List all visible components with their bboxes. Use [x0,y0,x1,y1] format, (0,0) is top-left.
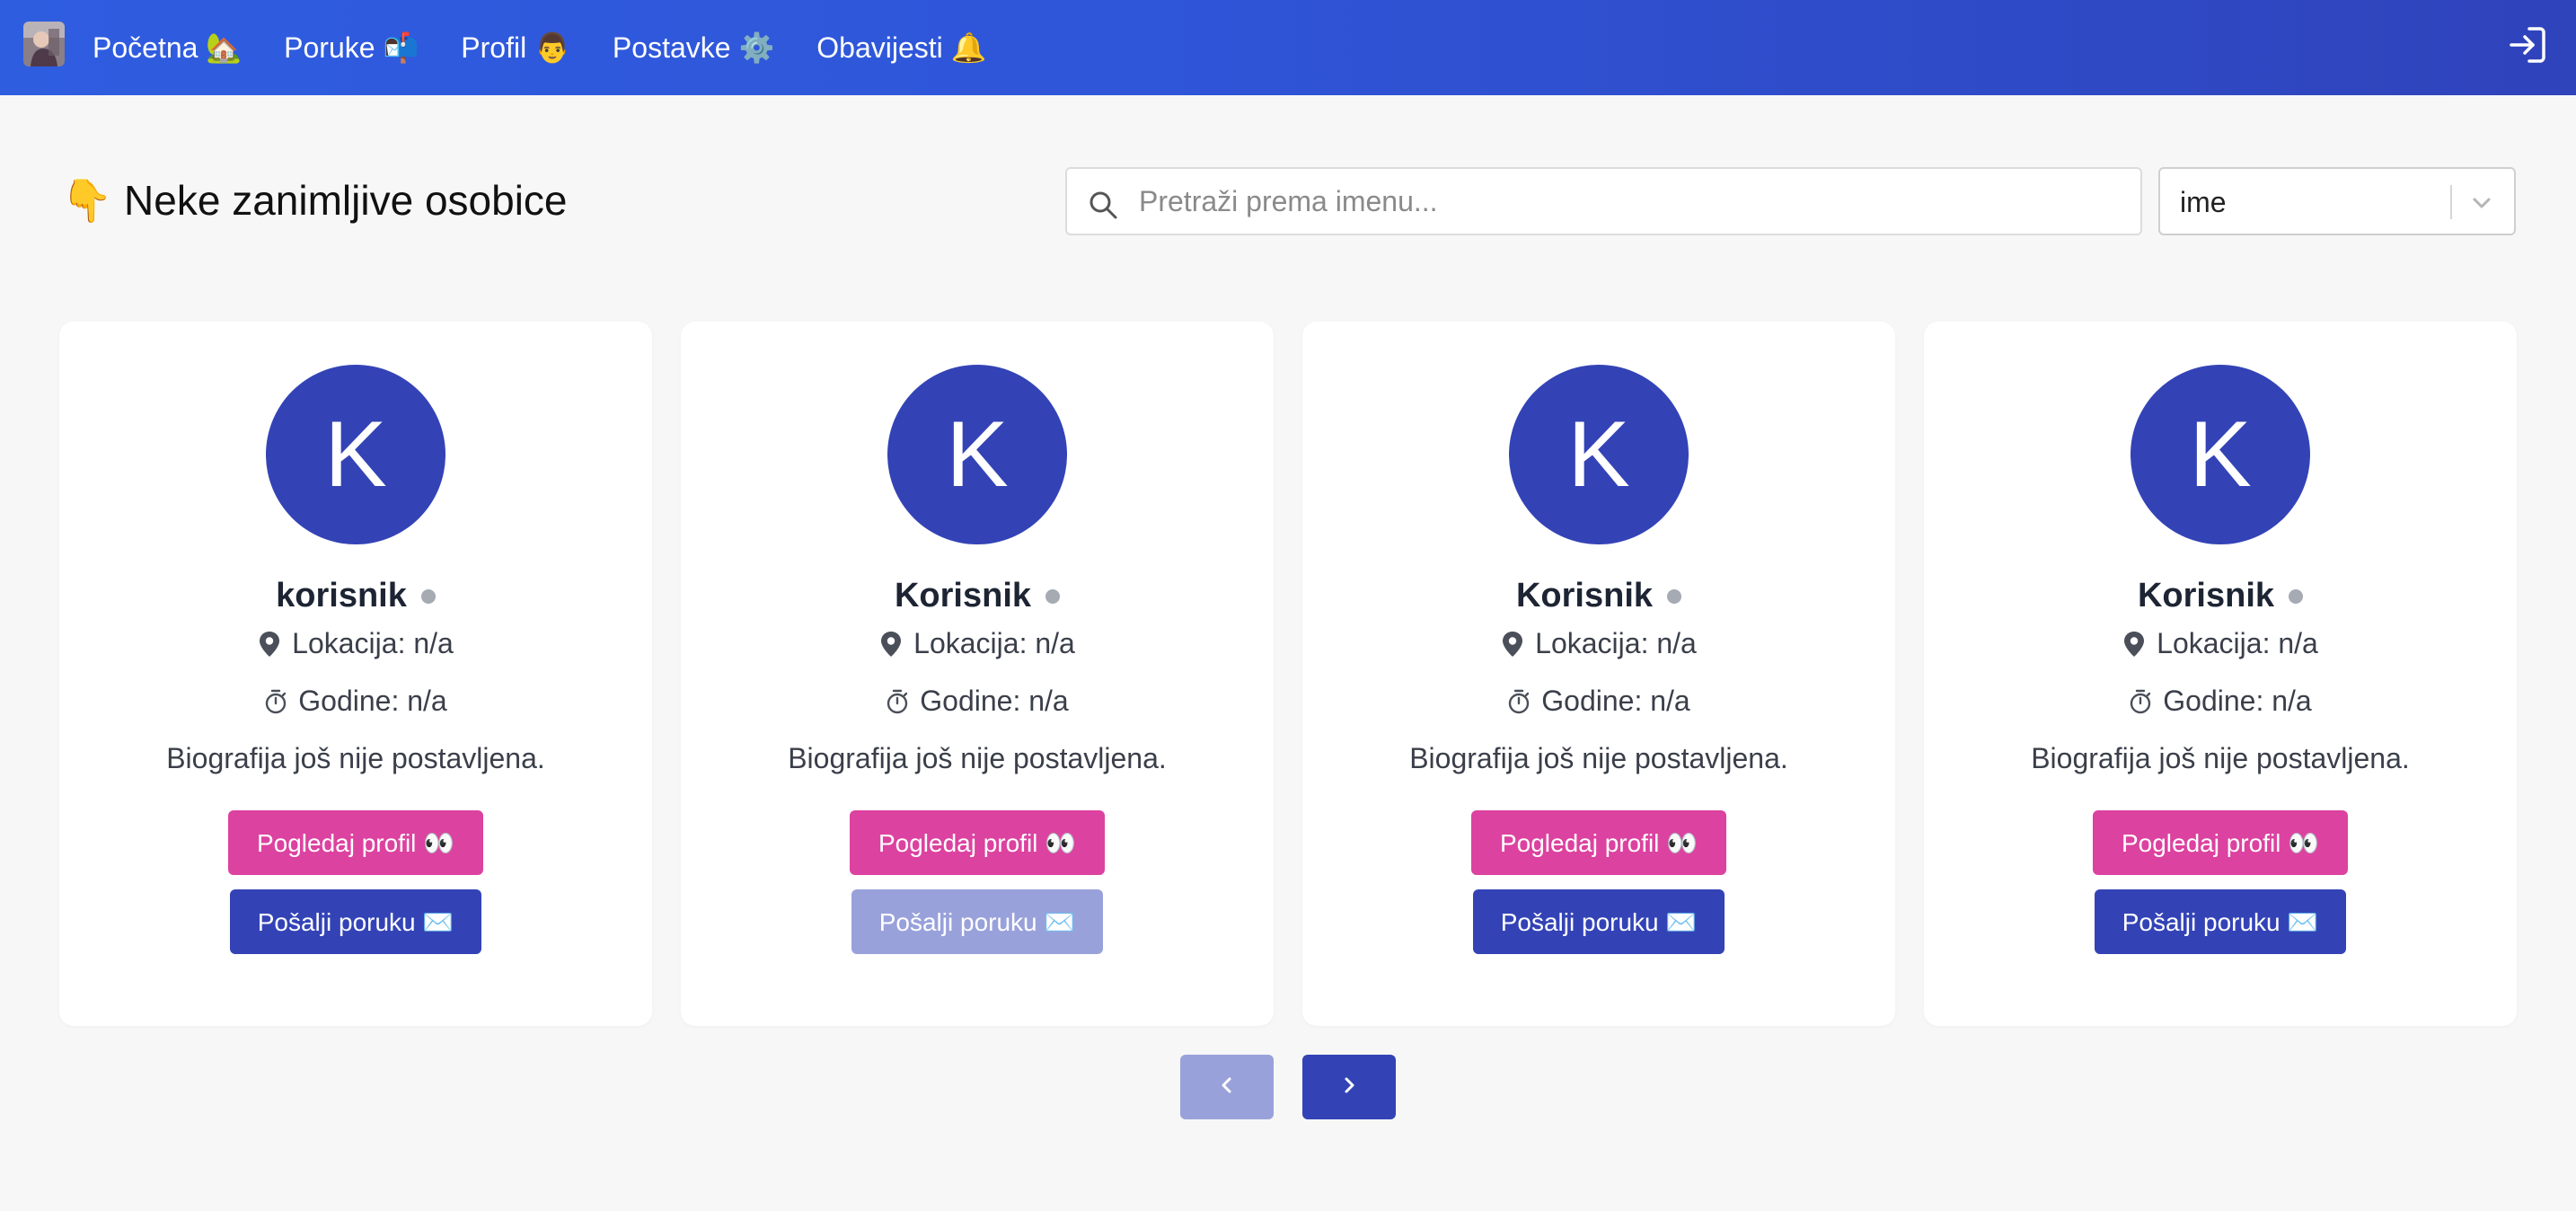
status-dot [420,588,436,604]
status-dot [1667,588,1682,604]
nav-item-profile[interactable]: Profil 👨 [461,31,570,65]
user-bio: Biografija još nije postavljena. [788,742,1167,774]
user-avatar[interactable] [23,22,65,66]
stopwatch-icon [264,688,287,715]
location-pin-icon [2122,631,2146,658]
send-message-button[interactable]: Pošalji poruku ✉️ [851,889,1103,954]
user-name: Korisnik [894,577,1032,614]
user-age: Godine: n/a [2163,685,2312,717]
sort-selected-value: ime [2180,186,2227,218]
pagination-prev-button[interactable] [1180,1055,1274,1119]
stopwatch-icon [1507,688,1531,715]
avatar: K [2130,365,2310,544]
avatar: K [266,365,446,544]
chevron-left-icon [1214,1073,1239,1102]
view-profile-button[interactable]: Pogledaj profil 👀 [228,810,483,875]
stopwatch-icon [886,688,909,715]
user-name: korisnik [276,577,407,614]
user-bio: Biografija još nije postavljena. [1409,742,1788,774]
user-card: K Korisnik Lokacija: n/a Godine: n/a Bio… [1302,322,1895,1026]
user-card: K Korisnik Lokacija: n/a Godine: n/a Bio… [1924,322,2517,1026]
nav-item-settings[interactable]: Postavke ⚙️ [613,31,774,65]
send-message-button[interactable]: Pošalji poruku ✉️ [230,889,481,954]
user-age: Godine: n/a [1541,685,1690,717]
send-message-button[interactable]: Pošalji poruku ✉️ [2095,889,2346,954]
logout-icon[interactable] [2506,23,2549,66]
avatar: K [1509,365,1689,544]
avatar: K [887,365,1067,544]
user-age: Godine: n/a [298,685,447,717]
pagination-next-button[interactable] [1302,1055,1396,1119]
nav-item-notifications[interactable]: Obavijesti 🔔 [816,31,986,65]
chevron-right-icon [1337,1073,1362,1102]
chevron-down-icon[interactable] [2466,187,2498,219]
select-divider [2450,185,2452,219]
search-box[interactable] [1065,167,2142,235]
user-location: Lokacija: n/a [2157,627,2318,659]
status-dot [2289,588,2304,604]
user-age: Godine: n/a [920,685,1069,717]
page-title: 👇 Neke zanimljive osobice [61,177,568,224]
user-name: Korisnik [1515,577,1654,614]
status-dot [1045,588,1061,604]
location-pin-icon [879,631,903,658]
user-location: Lokacija: n/a [913,627,1075,659]
view-profile-button[interactable]: Pogledaj profil 👀 [850,810,1105,875]
send-message-button[interactable]: Pošalji poruku ✉️ [1473,889,1725,954]
user-card: K Korisnik Lokacija: n/a Godine: n/a Bio… [681,322,1274,1026]
user-card: K korisnik Lokacija: n/a Godine: n/a Bio… [59,322,652,1026]
location-pin-icon [258,631,281,658]
top-navbar: Početna 🏡 Poruke 📬 Profil 👨 Postavke ⚙️ … [0,0,2576,95]
nav-item-home[interactable]: Početna 🏡 [93,31,242,65]
stopwatch-icon [2129,688,2152,715]
user-location: Lokacija: n/a [1535,627,1697,659]
nav-item-messages[interactable]: Poruke 📬 [284,31,419,65]
user-name: Korisnik [2137,577,2275,614]
user-location: Lokacija: n/a [292,627,454,659]
search-icon [1087,189,1119,221]
sort-select[interactable]: ime [2158,167,2516,235]
location-pin-icon [1501,631,1524,658]
view-profile-button[interactable]: Pogledaj profil 👀 [1471,810,1726,875]
user-bio: Biografija još nije postavljena. [2031,742,2410,774]
search-input[interactable] [1139,169,2127,234]
user-bio: Biografija još nije postavljena. [166,742,545,774]
view-profile-button[interactable]: Pogledaj profil 👀 [2093,810,2348,875]
